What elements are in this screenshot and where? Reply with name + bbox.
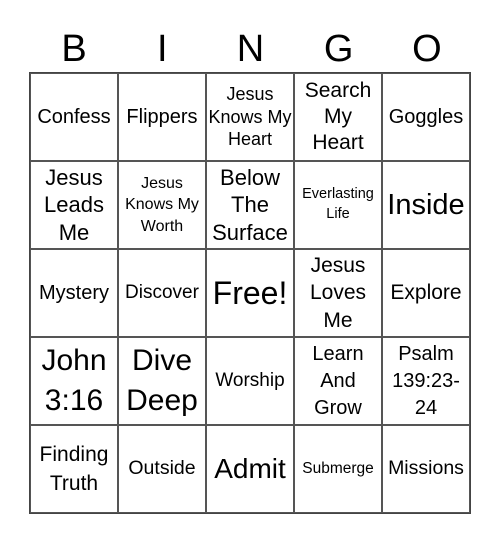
bingo-cell[interactable]: Outside (118, 425, 206, 513)
bingo-cell[interactable]: Flippers (118, 73, 206, 161)
bingo-cell[interactable]: Confess (30, 73, 118, 161)
bingo-cell[interactable]: Everlasting Life (294, 161, 382, 249)
bingo-cell[interactable]: Jesus Loves Me (294, 249, 382, 337)
header-letter-g: G (323, 28, 354, 70)
cell-text: Submerge (302, 459, 374, 477)
cell-text: Everlasting Life (302, 186, 374, 222)
cell-text: Search My Heart (304, 78, 372, 155)
bingo-header: B I N G O (30, 26, 471, 72)
bingo-cell[interactable]: Jesus Knows My Worth (118, 161, 206, 249)
cell-text: Inside (387, 188, 465, 221)
header-letter-b: B (61, 28, 87, 70)
cell-text: Free! (212, 274, 288, 311)
bingo-cell[interactable]: John 3:16 (30, 337, 118, 425)
bingo-cell[interactable]: Jesus Leads Me (30, 161, 118, 249)
bingo-cell[interactable]: Finding Truth (30, 425, 118, 513)
cell-text: Learn And Grow (312, 342, 364, 419)
header-letter-i: I (157, 28, 168, 70)
cell-text: Jesus Leads Me (44, 164, 104, 245)
cell-text: Dive Deep (126, 343, 198, 418)
cell-text: Jesus Knows My Heart (208, 84, 292, 150)
cell-text: Explore (390, 281, 462, 305)
cell-text: Jesus Loves Me (309, 254, 367, 332)
bingo-cell[interactable]: Below The Surface (206, 161, 294, 249)
cell-text: Outside (128, 457, 196, 480)
bingo-board: Confess Flippers Jesus Knows My Heart Se… (29, 72, 471, 514)
bingo-cell[interactable]: Worship (206, 337, 294, 425)
bingo-cell[interactable]: Dive Deep (118, 337, 206, 425)
bingo-cell[interactable]: Mystery (30, 249, 118, 337)
bingo-cell[interactable]: Jesus Knows My Heart (206, 73, 294, 161)
cell-text: John 3:16 (41, 343, 107, 418)
cell-text: Discover (125, 281, 199, 303)
cell-text: Finding Truth (39, 442, 109, 495)
header-letter-o: O (412, 28, 442, 70)
bingo-cell[interactable]: Explore (382, 249, 470, 337)
free-space-cell[interactable]: Free! (206, 249, 294, 337)
cell-text: Admit (214, 453, 286, 485)
header-letter-n: N (236, 28, 265, 70)
bingo-cell[interactable]: Inside (382, 161, 470, 249)
cell-text: Confess (37, 106, 111, 128)
bingo-cell[interactable]: Learn And Grow (294, 337, 382, 425)
bingo-cell[interactable]: Missions (382, 425, 470, 513)
bingo-cell[interactable]: Psalm 139:23-24 (382, 337, 470, 425)
bingo-cell[interactable]: Submerge (294, 425, 382, 513)
cell-text: Goggles (388, 106, 464, 128)
cell-text: Psalm 139:23-24 (392, 342, 460, 419)
cell-text: Mystery (39, 282, 109, 304)
cell-text: Missions (388, 457, 464, 480)
cell-text: Flippers (126, 106, 198, 128)
cell-text: Below The Surface (212, 164, 288, 245)
bingo-cell[interactable]: Search My Heart (294, 73, 382, 161)
bingo-cell[interactable]: Goggles (382, 73, 470, 161)
cell-text: Worship (215, 369, 285, 391)
bingo-cell[interactable]: Admit (206, 425, 294, 513)
cell-text: Jesus Knows My Worth (125, 174, 199, 235)
bingo-cell[interactable]: Discover (118, 249, 206, 337)
